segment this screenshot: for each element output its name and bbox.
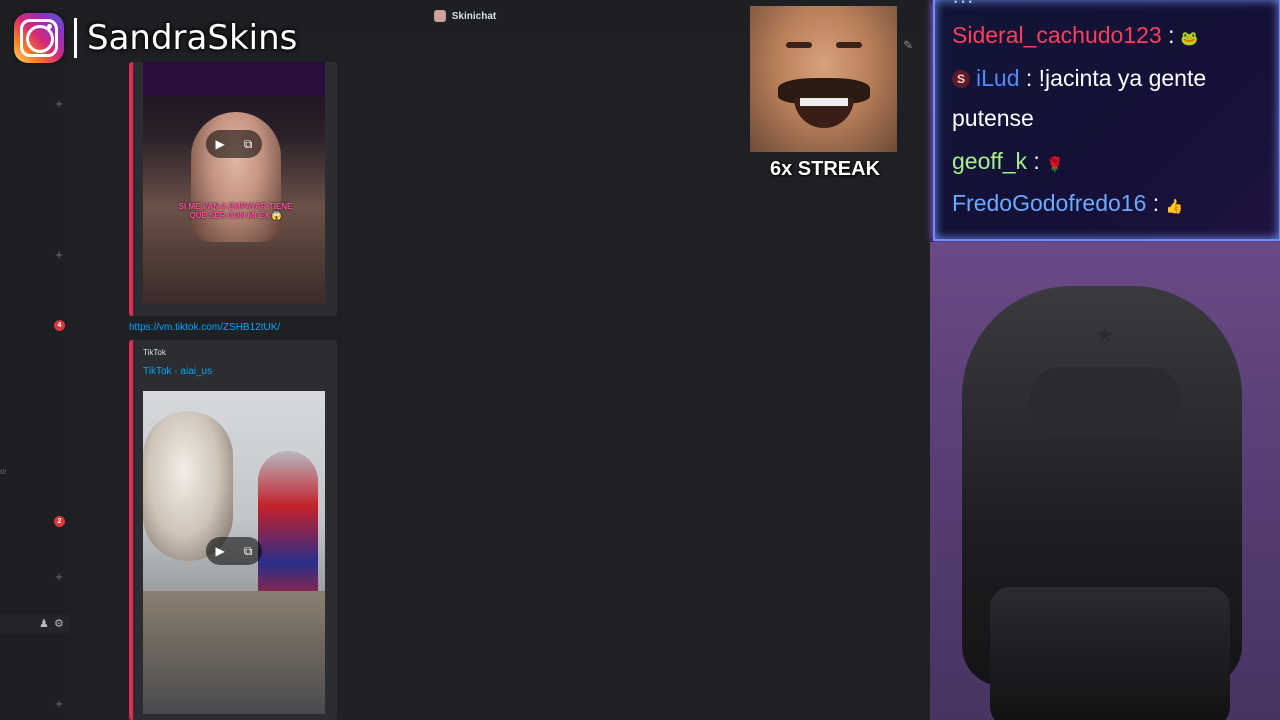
- play-button[interactable]: ▶ ⧉: [206, 537, 262, 565]
- add-channel-icon[interactable]: +: [54, 697, 64, 710]
- chat-emote: 👍: [1165, 198, 1183, 214]
- add-channel-icon[interactable]: +: [54, 570, 64, 583]
- chat-separator: :: [1019, 65, 1039, 91]
- chat-message: SiLud : !jacinta ya gente: [952, 65, 1206, 92]
- subscriber-badge: S: [952, 70, 970, 88]
- chat-emote: 🌹: [1046, 156, 1064, 172]
- video-thumbnail[interactable]: ▶ ⧉: [143, 391, 325, 714]
- chat-username: iLud: [976, 65, 1020, 91]
- chair-pillow: [1030, 367, 1180, 437]
- chat-separator: :: [1146, 190, 1166, 216]
- cut-off-message: ···: [952, 0, 974, 13]
- chat-username: Sideral_cachudo123: [952, 22, 1162, 48]
- instagram-watermark: SandraSkins: [14, 12, 297, 64]
- add-friend-icon[interactable]: ♟: [39, 617, 49, 630]
- app-icon: [433, 10, 446, 22]
- add-channel-icon[interactable]: +: [54, 248, 64, 261]
- unread-badge: 2: [54, 516, 65, 527]
- message-link[interactable]: https://vm.tiktok.com/ZSHB12tUK/: [129, 322, 280, 333]
- chat-message: geoff_k : 🌹: [952, 148, 1064, 175]
- instagram-icon: [14, 13, 64, 63]
- watermark-divider: [74, 18, 77, 58]
- chair-logo-icon: ★: [1095, 322, 1115, 347]
- truncated-label: os: [0, 467, 6, 476]
- tiktok-embed: TikTok TikTok · aiai_us ▶ ⧉: [129, 340, 337, 720]
- chat-emote: 🐸: [1180, 30, 1199, 46]
- add-channel-icon[interactable]: +: [54, 97, 64, 110]
- chat-separator: :: [1027, 148, 1047, 174]
- gear-icon[interactable]: ⚙: [54, 617, 64, 630]
- chair-seat: [990, 587, 1230, 720]
- webcam-feed: ★: [930, 242, 1280, 720]
- window-title: Skinichat: [451, 10, 497, 22]
- external-link-icon: ⧉: [243, 543, 253, 558]
- play-icon: ▶: [215, 137, 225, 151]
- chat-separator: :: [1161, 22, 1181, 48]
- chat-message: FredoGodofredo16 : 👍: [952, 190, 1183, 217]
- embed-provider: TikTok: [143, 348, 166, 357]
- play-icon: ▶: [215, 544, 225, 558]
- chat-text: !jacinta ya gente: [1038, 65, 1207, 91]
- unread-badge: 4: [54, 320, 65, 331]
- play-button[interactable]: ▶ ⧉: [206, 130, 262, 158]
- user-panel: ♟ ⚙: [0, 614, 70, 634]
- chat-username: FredoGodofredo16: [952, 190, 1147, 216]
- embed-title[interactable]: TikTok · aiai_us: [143, 366, 212, 377]
- chat-text: putense: [952, 105, 1034, 131]
- video-caption: SI ME VAN A EMPAYAR TIENE QUE SER CON MI…: [178, 202, 293, 220]
- chat-message: Sideral_cachudo123 : 🐸: [952, 22, 1198, 49]
- streak-label: 6x STREAK: [769, 158, 881, 180]
- chat-message-continuation: putense: [952, 105, 1034, 132]
- external-link-icon: ⧉: [243, 136, 253, 151]
- streamer-name: SandraSkins: [87, 18, 298, 58]
- streak-emote: [750, 6, 897, 152]
- streak-overlay: 6x STREAK: [750, 6, 900, 186]
- chat-username: geoff_k: [952, 148, 1028, 174]
- video-thumbnail[interactable]: SI ME VAN A EMPAYAR TIENE QUE SER CON MI…: [143, 62, 325, 304]
- message-embed: SI ME VAN A EMPAYAR TIENE QUE SER CON MI…: [129, 62, 337, 316]
